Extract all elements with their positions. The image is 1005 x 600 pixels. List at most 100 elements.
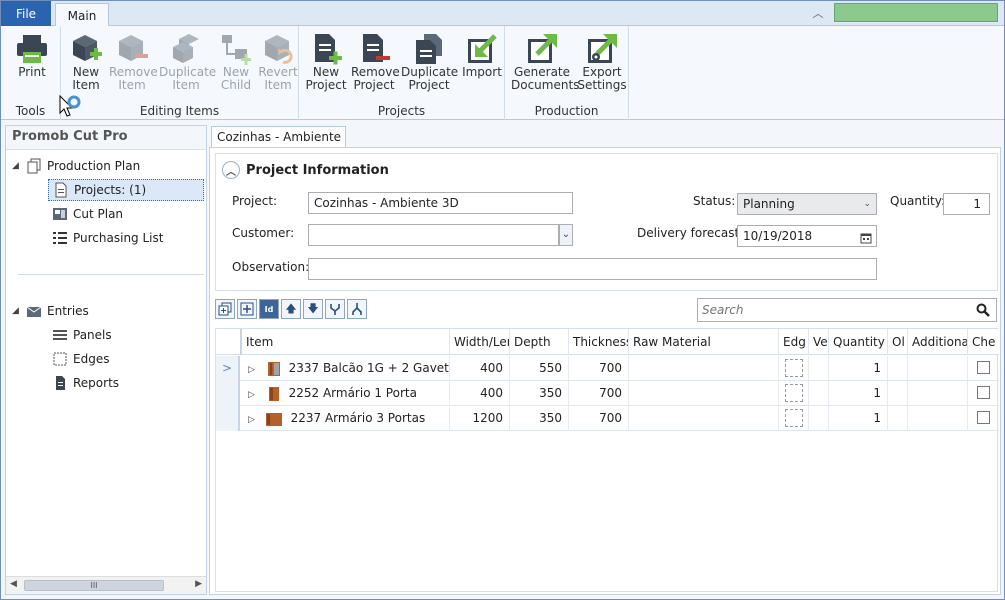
duplicate-item-button[interactable]: Duplicate Item	[159, 30, 216, 98]
edges-cell[interactable]	[779, 381, 809, 406]
scroll-right-icon[interactable]: ▶	[195, 579, 202, 589]
move-up-button[interactable]: 🡅	[281, 299, 301, 319]
depth-cell[interactable]: 350	[510, 381, 569, 406]
ol-cell[interactable]	[888, 356, 908, 381]
width-cell[interactable]: 400	[450, 356, 510, 381]
tree-item-entries[interactable]: ◢ Entries	[12, 300, 89, 322]
document-tab[interactable]: Cozinhas - Ambiente 3D	[211, 126, 346, 164]
column-header-checked[interactable]: Che	[968, 329, 998, 355]
add-row-button[interactable]	[237, 299, 257, 319]
column-header-ve[interactable]: Ve	[809, 329, 829, 355]
column-header-raw-material[interactable]: Raw Material	[629, 329, 779, 355]
new-child-button[interactable]: New Child	[213, 30, 259, 98]
merge-button[interactable]	[325, 299, 345, 319]
quantity-cell[interactable]: 1	[829, 406, 888, 431]
ve-cell[interactable]	[809, 406, 829, 431]
table-row[interactable]: ▷ 2237 Armário 3 Portas 1200 350 700 1	[216, 406, 999, 431]
id-column-button[interactable]: Id	[259, 299, 279, 319]
quantity-cell[interactable]: 1	[829, 356, 888, 381]
expand-all-button[interactable]	[215, 299, 235, 319]
column-header-quantity[interactable]: Quantity	[829, 329, 888, 355]
generate-documents-button[interactable]: Generate Documents	[511, 30, 579, 98]
column-header-depth[interactable]: Depth	[510, 329, 569, 355]
checked-cell[interactable]	[968, 381, 998, 406]
import-button[interactable]: Import	[459, 30, 505, 98]
raw-material-cell[interactable]	[629, 381, 779, 406]
search-icon[interactable]	[976, 303, 990, 317]
column-header-edges[interactable]: Edg	[779, 329, 809, 355]
row-checkbox[interactable]	[976, 361, 990, 374]
column-header-ol[interactable]: Ol	[888, 329, 908, 355]
new-item-button[interactable]: New Item	[63, 30, 109, 98]
scroll-left-icon[interactable]: ◀	[10, 579, 17, 589]
quantity-cell[interactable]: 1	[829, 381, 888, 406]
column-header-width[interactable]: Width/Len	[450, 329, 510, 355]
item-cell[interactable]: ▷ 2237 Armário 3 Portas	[242, 406, 450, 431]
additional-cell[interactable]	[908, 406, 968, 431]
checked-cell[interactable]	[968, 356, 998, 381]
collapse-ribbon-icon[interactable]: ︿	[809, 5, 827, 20]
table-row[interactable]: ▷ 2252 Armário 1 Porta 400 350 700 1	[216, 381, 999, 406]
calendar-icon[interactable]	[860, 230, 872, 244]
expand-row-icon[interactable]: ▷	[248, 390, 255, 400]
tree-item-panels[interactable]: Panels	[52, 324, 112, 346]
row-checkbox[interactable]	[976, 411, 990, 424]
project-name-field[interactable]: Cozinhas - Ambiente 3D	[308, 192, 573, 214]
revert-item-button[interactable]: Revert Item	[255, 30, 301, 98]
additional-cell[interactable]	[908, 381, 968, 406]
column-header-additional[interactable]: Additiona	[908, 329, 968, 355]
item-cell[interactable]: ▷ 2252 Armário 1 Porta	[242, 381, 450, 406]
split-button[interactable]	[347, 299, 367, 319]
expand-row-icon[interactable]: ▷	[248, 365, 255, 375]
tree-item-reports[interactable]: Reports	[52, 372, 119, 394]
tree-item-cut-plan[interactable]: Cut Plan	[52, 203, 123, 225]
edges-cell[interactable]	[779, 406, 809, 431]
collapse-section-icon[interactable]: ︿	[222, 161, 240, 179]
raw-material-cell[interactable]	[629, 356, 779, 381]
horizontal-scrollbar[interactable]: ◀ III ▶	[6, 576, 206, 594]
tree-item-edges[interactable]: Edges	[52, 348, 109, 370]
thickness-cell[interactable]: 700	[569, 356, 629, 381]
thickness-cell[interactable]: 700	[569, 406, 629, 431]
remove-project-button[interactable]: Remove Project	[351, 30, 400, 98]
ve-cell[interactable]	[809, 356, 829, 381]
row-selector[interactable]	[216, 381, 240, 406]
print-button[interactable]: Print	[9, 30, 55, 98]
quantity-field[interactable]: 1	[943, 193, 990, 215]
ve-cell[interactable]	[809, 381, 829, 406]
row-checkbox[interactable]	[976, 386, 990, 399]
search-box[interactable]	[697, 298, 997, 322]
raw-material-cell[interactable]	[629, 406, 779, 431]
depth-cell[interactable]: 350	[510, 406, 569, 431]
column-header-thickness[interactable]: Thickness	[569, 329, 629, 355]
current-row-marker[interactable]: >	[216, 356, 240, 381]
depth-cell[interactable]: 550	[510, 356, 569, 381]
row-selector[interactable]	[216, 406, 240, 431]
ol-cell[interactable]	[888, 406, 908, 431]
tree-item-production-plan[interactable]: ◢ Production Plan	[12, 155, 140, 177]
status-select[interactable]: Planning ⌄	[737, 193, 877, 215]
table-row[interactable]: > ▷ 2337 Balcão 1G + 2 Gavetões 400 550 …	[216, 356, 999, 381]
new-project-button[interactable]: New Project	[303, 30, 349, 98]
expand-row-icon[interactable]: ▷	[248, 415, 255, 425]
remove-item-button[interactable]: Remove Item	[109, 30, 158, 98]
tab-main[interactable]: Main	[55, 3, 109, 27]
additional-cell[interactable]	[908, 356, 968, 381]
export-settings-button[interactable]: Export Settings	[577, 30, 627, 98]
duplicate-project-button[interactable]: Duplicate Project	[401, 30, 458, 98]
tab-file[interactable]: File	[1, 1, 51, 26]
ol-cell[interactable]	[888, 381, 908, 406]
column-header-item[interactable]: Item	[242, 329, 450, 355]
thickness-cell[interactable]: 700	[569, 381, 629, 406]
expand-arrow-icon[interactable]: ◢	[12, 155, 26, 177]
expand-arrow-icon[interactable]: ◢	[12, 300, 26, 322]
width-cell[interactable]: 1200	[450, 406, 510, 431]
edges-cell[interactable]	[779, 356, 809, 381]
customer-field[interactable]	[308, 224, 559, 246]
checked-cell[interactable]	[968, 406, 998, 431]
tree-item-projects[interactable]: Projects: (1)	[48, 179, 204, 201]
delivery-date-field[interactable]: 10/19/2018	[737, 225, 877, 247]
width-cell[interactable]: 400	[450, 381, 510, 406]
move-down-button[interactable]: 🡇	[303, 299, 323, 319]
customer-dropdown-button[interactable]: ⌄	[559, 224, 573, 246]
